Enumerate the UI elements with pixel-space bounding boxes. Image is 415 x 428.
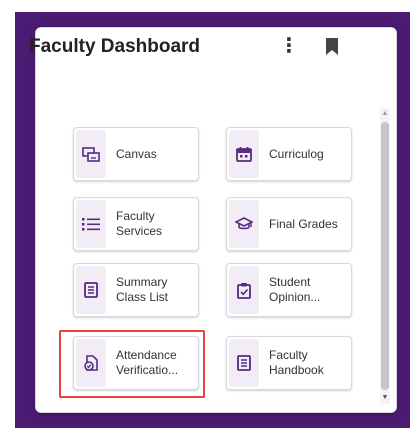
tile-attendance-verification[interactable]: Attendance Verificatio...: [73, 336, 199, 390]
tile-label: Curriculog: [269, 146, 324, 161]
scroll-down-icon[interactable]: ▼: [380, 392, 390, 404]
scrollbar-thumb[interactable]: [381, 122, 389, 390]
document-icon: [76, 266, 106, 314]
canvas-icon: [76, 130, 106, 178]
tile-label: Canvas: [116, 146, 157, 161]
clipboard-check-icon: [229, 266, 259, 314]
tile-label: Faculty Services: [116, 209, 163, 238]
tile-label: Summary Class List: [116, 275, 169, 304]
scroll-up-icon[interactable]: ▲: [380, 108, 390, 120]
tile-final-grades[interactable]: Final Grades: [226, 197, 352, 251]
tile-student-opinion[interactable]: Student Opinion...: [226, 263, 352, 317]
tile-curriculog[interactable]: Curriculog: [226, 127, 352, 181]
book-icon: [229, 339, 259, 387]
tile-summary-class-list[interactable]: Summary Class List: [73, 263, 199, 317]
graduation-cap-icon: [229, 200, 259, 248]
scrollbar[interactable]: ▲ ▼: [380, 108, 390, 404]
kebab-menu-icon[interactable]: ⋮: [279, 34, 299, 58]
tile-label: Final Grades: [269, 216, 338, 231]
widget-title: Faculty Dashboard: [29, 36, 201, 57]
bookmark-icon[interactable]: [326, 38, 338, 55]
list-icon: [76, 200, 106, 248]
tile-faculty-handbook[interactable]: Faculty Handbook: [226, 336, 352, 390]
tile-label: Student Opinion...: [269, 275, 321, 304]
tile-canvas[interactable]: Canvas: [73, 127, 199, 181]
calendar-icon: [229, 130, 259, 178]
tile-label: Faculty Handbook: [269, 348, 324, 377]
attendance-icon: [76, 339, 106, 387]
tile-faculty-services[interactable]: Faculty Services: [73, 197, 199, 251]
tile-label: Attendance Verificatio...: [116, 348, 179, 377]
